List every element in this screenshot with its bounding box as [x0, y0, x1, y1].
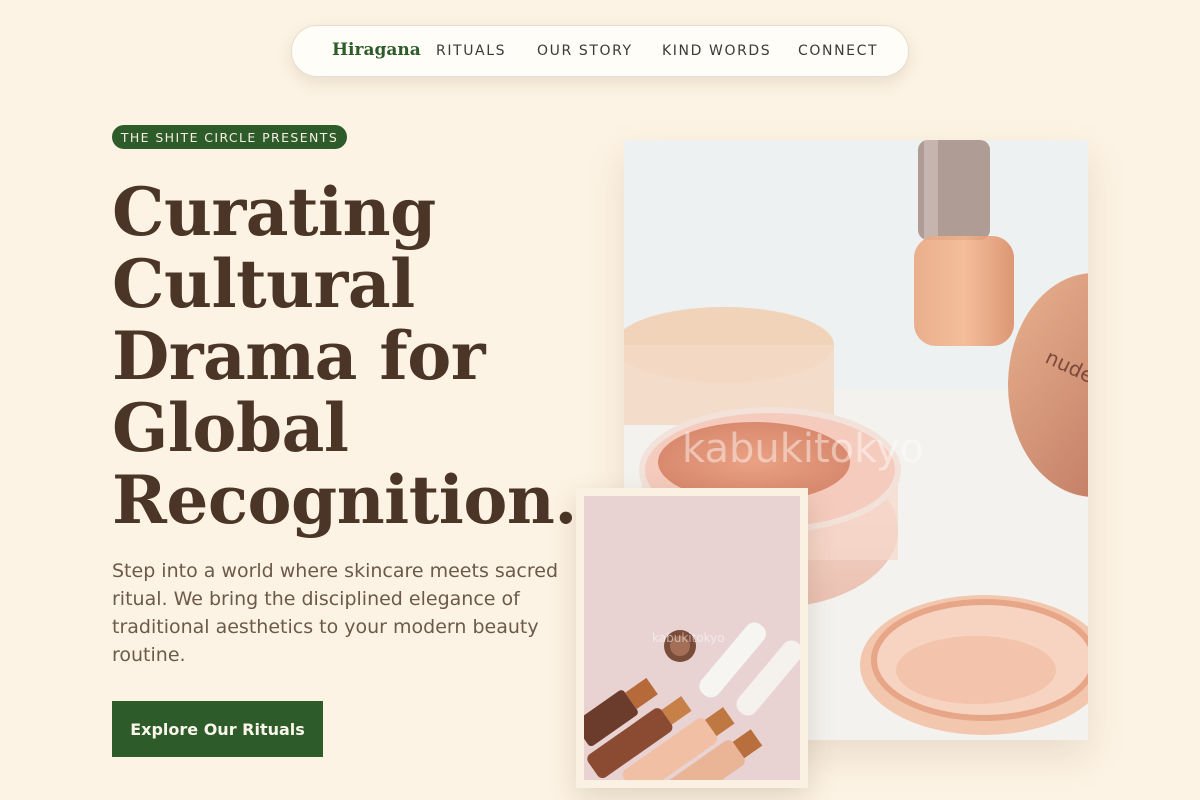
small-image-watermark: kabukitokyo — [652, 631, 725, 645]
secondary-product-photo: kabukitokyo — [584, 496, 800, 780]
page: Hiragana RITUALS OUR STORY KIND WORDS CO… — [0, 0, 1200, 800]
headline-line: Drama for — [112, 317, 486, 395]
headline-line: Curating — [112, 173, 436, 251]
explore-rituals-button[interactable]: Explore Our Rituals — [112, 701, 323, 757]
hero-description: Step into a world where skincare meets s… — [112, 560, 559, 666]
brand-logo[interactable]: Hiragana — [332, 40, 421, 60]
headline-line: Recognition. — [112, 461, 577, 539]
makeup-bottles-illustration: kabukitokyo — [584, 496, 800, 780]
nav-link-connect[interactable]: CONNECT — [798, 43, 878, 59]
headline-line: Global — [112, 389, 349, 467]
hero-headline: Curating Cultural Drama for Global Recog… — [112, 176, 582, 536]
image-watermark: kabukitokyo — [682, 426, 924, 472]
nav-link-our-story[interactable]: OUR STORY — [537, 43, 633, 59]
headline-line: Cultural — [112, 245, 415, 323]
nav-link-kind-words[interactable]: KIND WORDS — [662, 43, 771, 59]
nav-link-rituals[interactable]: RITUALS — [436, 43, 506, 59]
secondary-photo-frame: kabukitokyo — [576, 488, 808, 788]
top-nav: Hiragana RITUALS OUR STORY KIND WORDS CO… — [291, 25, 909, 77]
eyebrow-badge: THE SHITE CIRCLE PRESENTS — [112, 125, 347, 149]
